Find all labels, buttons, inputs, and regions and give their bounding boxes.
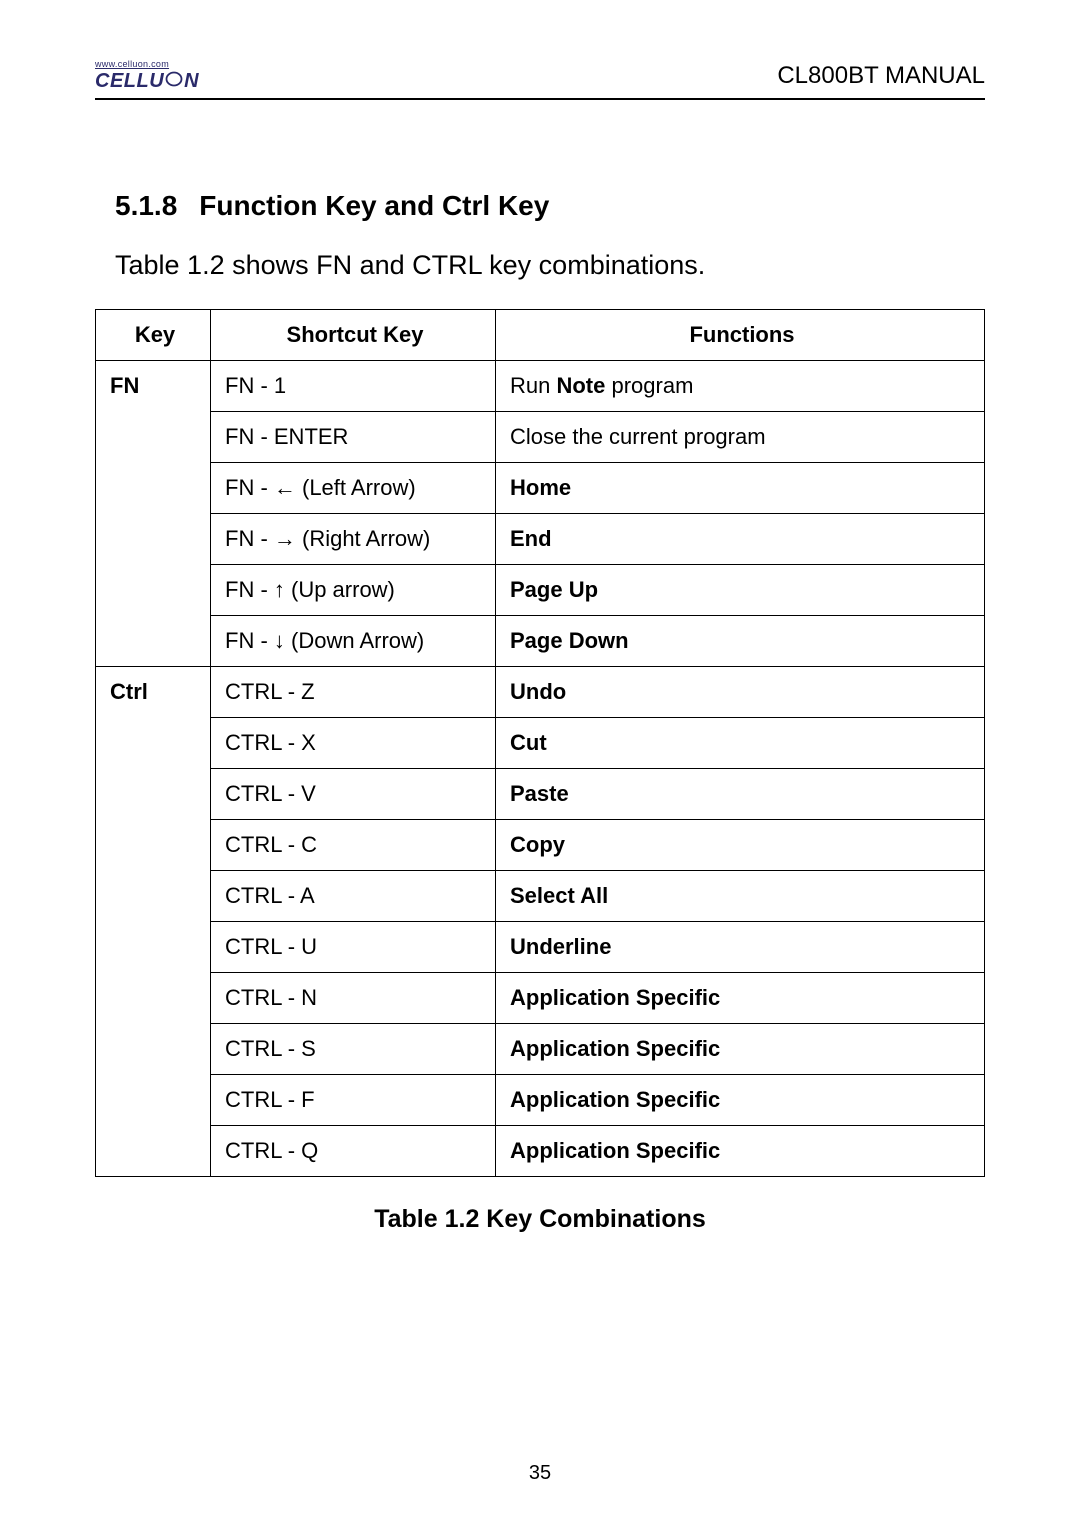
table-row: FN FN - 1 Run Note program (96, 361, 985, 412)
logo-url: www.celluon.com (95, 60, 199, 69)
section-heading: 5.1.8 Function Key and Ctrl Key (115, 190, 985, 222)
func-text: program (605, 373, 693, 398)
function-cell: Page Up (496, 565, 985, 616)
function-cell: Copy (496, 820, 985, 871)
func-bold: Home (510, 475, 571, 500)
function-cell: End (496, 514, 985, 565)
table-row: FN - ENTER Close the current program (96, 412, 985, 463)
shortcut-cell: FN - → (Right Arrow) (211, 514, 496, 565)
content: 5.1.8 Function Key and Ctrl Key Table 1.2… (95, 190, 985, 1234)
table-row: CTRL - V Paste (96, 769, 985, 820)
function-cell: Underline (496, 922, 985, 973)
func-text: Run (510, 373, 556, 398)
func-bold: Select All (510, 883, 608, 908)
table-row: CTRL - Q Application Specific (96, 1126, 985, 1177)
func-bold: Application Specific (510, 1087, 720, 1112)
table-row: FN - ↑ (Up arrow) Page Up (96, 565, 985, 616)
function-cell: Application Specific (496, 973, 985, 1024)
key-cell-fn: FN (96, 361, 211, 667)
page-number: 35 (0, 1462, 1080, 1485)
table-row: CTRL - C Copy (96, 820, 985, 871)
function-cell: Run Note program (496, 361, 985, 412)
function-cell: Application Specific (496, 1075, 985, 1126)
header-shortcut: Shortcut Key (211, 310, 496, 361)
logo-block: www.celluon.com CELLU N (95, 60, 199, 92)
key-cell-ctrl: Ctrl (96, 667, 211, 1177)
key-combinations-table: Key Shortcut Key Functions FN FN - 1 Run… (95, 309, 985, 1177)
func-bold: Copy (510, 832, 565, 857)
table-row: CTRL - S Application Specific (96, 1024, 985, 1075)
shortcut-cell: FN - ENTER (211, 412, 496, 463)
shortcut-cell: CTRL - V (211, 769, 496, 820)
function-cell: Home (496, 463, 985, 514)
func-bold: Application Specific (510, 1138, 720, 1163)
shortcut-cell: FN - ↓ (Down Arrow) (211, 616, 496, 667)
shortcut-cell: CTRL - N (211, 973, 496, 1024)
section-title: Function Key and Ctrl Key (199, 190, 549, 221)
shortcut-cell: FN - ↑ (Up arrow) (211, 565, 496, 616)
shortcut-cell: FN - 1 (211, 361, 496, 412)
shortcut-cell: CTRL - A (211, 871, 496, 922)
table-row: FN - → (Right Arrow) End (96, 514, 985, 565)
page: www.celluon.com CELLU N CL800BT MANUAL 5… (0, 0, 1080, 1525)
function-cell: Paste (496, 769, 985, 820)
shortcut-cell: CTRL - F (211, 1075, 496, 1126)
function-cell: Application Specific (496, 1024, 985, 1075)
shortcut-cell: CTRL - X (211, 718, 496, 769)
section-intro: Table 1.2 shows FN and CTRL key combinat… (115, 250, 985, 281)
section-number: 5.1.8 (115, 190, 177, 222)
table-row: Ctrl CTRL - Z Undo (96, 667, 985, 718)
page-header: www.celluon.com CELLU N CL800BT MANUAL (95, 60, 985, 100)
func-bold: Application Specific (510, 985, 720, 1010)
func-bold: Note (556, 373, 605, 398)
table-row: FN - ← (Left Arrow) Home (96, 463, 985, 514)
table-row: CTRL - X Cut (96, 718, 985, 769)
function-cell: Page Down (496, 616, 985, 667)
header-functions: Functions (496, 310, 985, 361)
logo-brand: CELLU N (95, 70, 199, 92)
shortcut-cell: CTRL - Q (211, 1126, 496, 1177)
function-cell: Select All (496, 871, 985, 922)
function-cell: Cut (496, 718, 985, 769)
document-title: CL800BT MANUAL (777, 62, 985, 92)
func-bold: Paste (510, 781, 569, 806)
header-key: Key (96, 310, 211, 361)
shortcut-cell: FN - ← (Left Arrow) (211, 463, 496, 514)
func-bold: Underline (510, 934, 611, 959)
table-row: CTRL - U Underline (96, 922, 985, 973)
logo-ring-icon (165, 70, 183, 92)
function-cell: Close the current program (496, 412, 985, 463)
table-caption: Table 1.2 Key Combinations (95, 1205, 985, 1234)
shortcut-cell: CTRL - Z (211, 667, 496, 718)
func-bold: End (510, 526, 552, 551)
func-bold: Application Specific (510, 1036, 720, 1061)
table-row: CTRL - N Application Specific (96, 973, 985, 1024)
table-row: CTRL - F Application Specific (96, 1075, 985, 1126)
func-bold: Page Down (510, 628, 629, 653)
function-cell: Application Specific (496, 1126, 985, 1177)
table-row: FN - ↓ (Down Arrow) Page Down (96, 616, 985, 667)
shortcut-cell: CTRL - C (211, 820, 496, 871)
shortcut-cell: CTRL - U (211, 922, 496, 973)
table-row: CTRL - A Select All (96, 871, 985, 922)
shortcut-cell: CTRL - S (211, 1024, 496, 1075)
function-cell: Undo (496, 667, 985, 718)
table-header-row: Key Shortcut Key Functions (96, 310, 985, 361)
func-bold: Cut (510, 730, 547, 755)
func-bold: Undo (510, 679, 566, 704)
logo-text-right: N (184, 71, 199, 91)
logo-text-left: CELLU (95, 71, 164, 91)
func-bold: Page Up (510, 577, 598, 602)
